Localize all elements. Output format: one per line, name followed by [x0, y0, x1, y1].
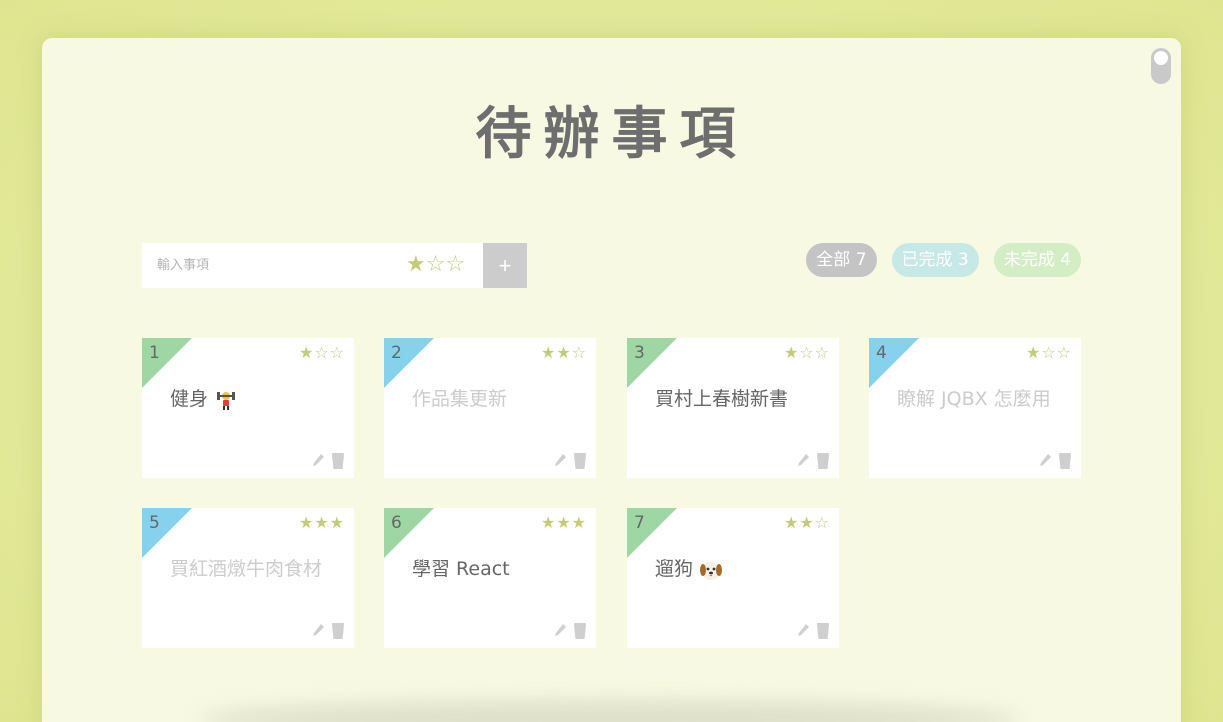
trash-icon[interactable] [572, 622, 588, 640]
todo-card[interactable]: 5 ★★★ 買紅酒燉牛肉食材 [142, 508, 354, 648]
todo-actions [795, 452, 831, 470]
todo-rating[interactable]: ★☆☆ [299, 343, 345, 362]
filter-todo-button[interactable]: 未完成 4 [993, 243, 1081, 277]
add-button[interactable]: + [483, 243, 527, 288]
weightlifter-icon [217, 391, 236, 410]
todo-number: 4 [876, 343, 887, 363]
star-2-icon[interactable]: ☆ [426, 252, 446, 277]
todo-rating[interactable]: ★☆☆ [1026, 343, 1072, 362]
todo-actions [795, 622, 831, 640]
todo-text-wrap: 遛狗 [655, 554, 723, 582]
todo-text: 遛狗 [655, 558, 694, 580]
trash-icon[interactable] [330, 452, 346, 470]
todo-actions [1037, 452, 1073, 470]
todo-input[interactable] [142, 243, 392, 288]
trash-icon[interactable] [815, 622, 831, 640]
todo-number: 1 [149, 343, 160, 363]
trash-icon[interactable] [815, 452, 831, 470]
edit-pencil-icon[interactable] [310, 452, 326, 470]
todo-text: 學習 React [412, 558, 510, 580]
add-todo-form: ★☆☆ + [142, 243, 527, 288]
todo-app-panel: 待辦事項 ★☆☆ + 全部 7 已完成 3 未完成 4 1 ★☆☆ 健身 [42, 38, 1181, 722]
todo-text: 作品集更新 [412, 388, 508, 410]
filter-done-button[interactable]: 已完成 3 [891, 243, 979, 277]
todo-text: 瞭解 JQBX 怎麼用 [897, 388, 1051, 410]
todo-card[interactable]: 6 ★★★ 學習 React [384, 508, 596, 648]
todo-actions [310, 452, 346, 470]
todo-number: 6 [391, 513, 402, 533]
todo-rating[interactable]: ★☆☆ [784, 343, 830, 362]
toggle-knob[interactable] [1154, 51, 1168, 65]
todo-rating[interactable]: ★★☆ [784, 513, 830, 532]
todo-rating[interactable]: ★★★ [541, 513, 587, 532]
todo-card[interactable]: 2 ★★☆ 作品集更新 [384, 338, 596, 478]
todo-text-wrap: 健身 [170, 384, 238, 412]
trash-icon[interactable] [1057, 452, 1073, 470]
star-3-icon[interactable]: ☆ [445, 252, 465, 277]
edit-pencil-icon[interactable] [552, 452, 568, 470]
trash-icon[interactable] [572, 452, 588, 470]
todo-number: 5 [149, 513, 160, 533]
todo-text: 健身 [170, 388, 209, 410]
todo-actions [310, 622, 346, 640]
dog-face-icon [700, 561, 723, 580]
filter-all-button[interactable]: 全部 7 [806, 243, 877, 277]
todo-text: 買紅酒燉牛肉食材 [170, 558, 323, 580]
todo-text: 買村上春樹新書 [655, 388, 789, 410]
todo-card[interactable]: 3 ★☆☆ 買村上春樹新書 [627, 338, 839, 478]
todo-rating[interactable]: ★★☆ [541, 343, 587, 362]
theme-toggle[interactable] [1151, 48, 1171, 84]
page-title: 待辦事項 [475, 102, 748, 167]
edit-pencil-icon[interactable] [795, 622, 811, 640]
todo-card[interactable]: 1 ★☆☆ 健身 [142, 338, 354, 478]
priority-rating[interactable]: ★☆☆ [406, 253, 465, 277]
trash-icon[interactable] [330, 622, 346, 640]
todo-actions [552, 452, 588, 470]
edit-pencil-icon[interactable] [310, 622, 326, 640]
todo-actions [552, 622, 588, 640]
todo-card[interactable]: 4 ★☆☆ 瞭解 JQBX 怎麼用 [869, 338, 1081, 478]
todo-card[interactable]: 7 ★★☆ 遛狗 [627, 508, 839, 648]
todo-number: 2 [391, 343, 402, 363]
todo-number: 7 [634, 513, 645, 533]
todo-number: 3 [634, 343, 645, 363]
todo-rating[interactable]: ★★★ [299, 513, 345, 532]
edit-pencil-icon[interactable] [1037, 452, 1053, 470]
edit-pencil-icon[interactable] [552, 622, 568, 640]
edit-pencil-icon[interactable] [795, 452, 811, 470]
star-1-icon[interactable]: ★ [406, 252, 426, 277]
filter-bar: 全部 7 已完成 3 未完成 4 [806, 243, 1081, 277]
